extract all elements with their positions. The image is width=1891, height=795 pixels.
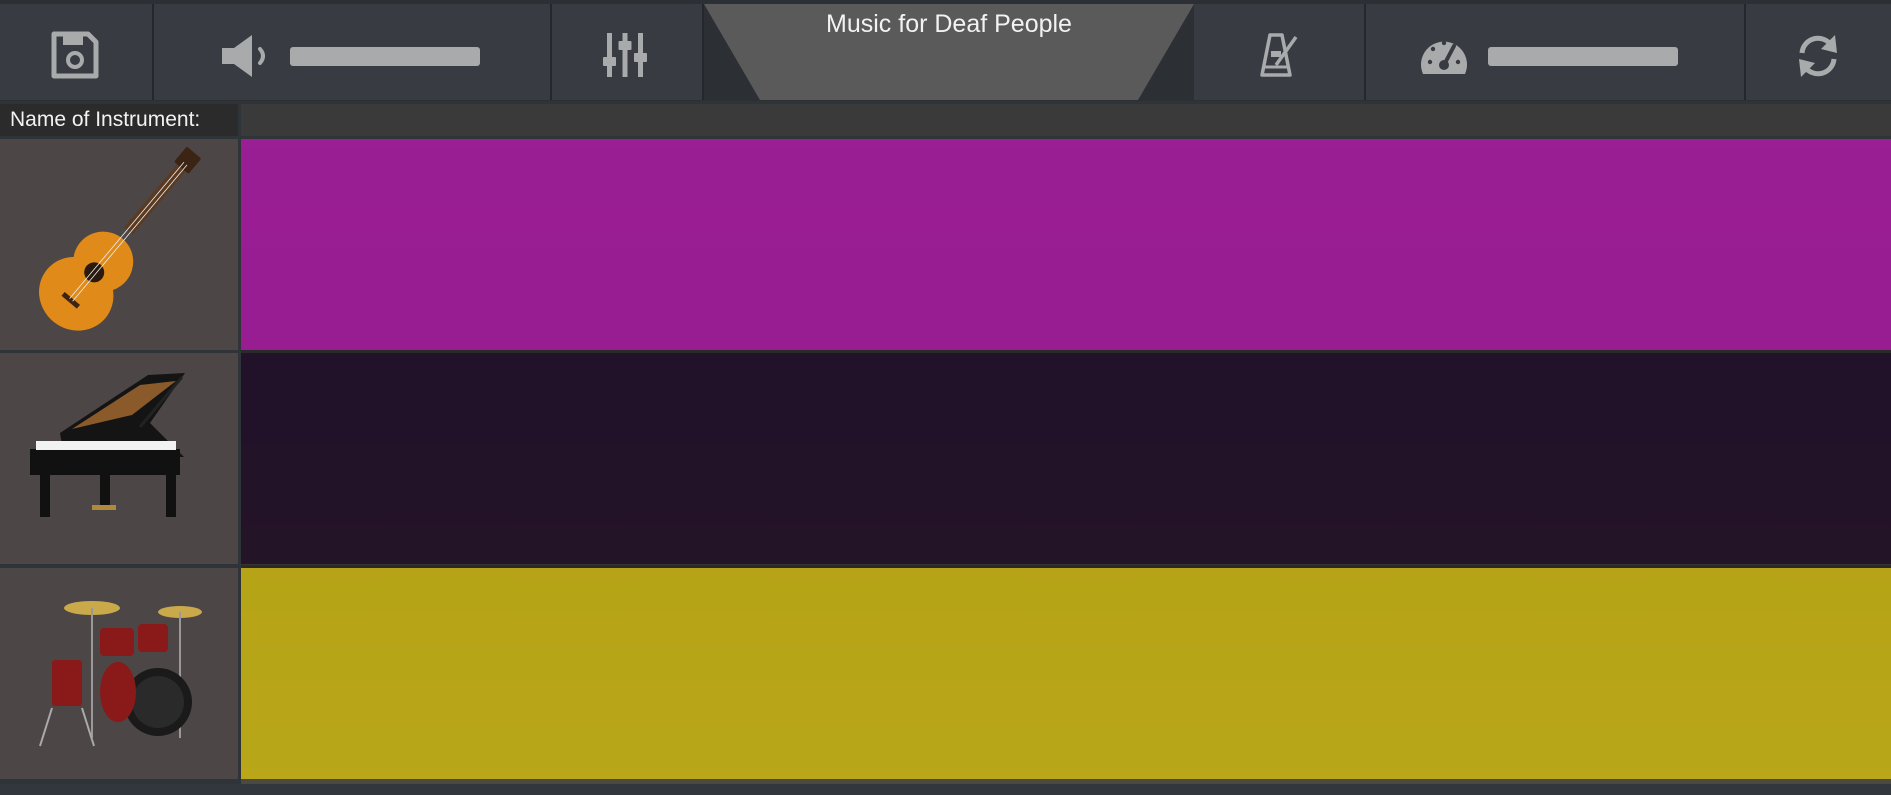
mixer-button[interactable] (552, 4, 704, 100)
speedometer-icon (1421, 40, 1467, 74)
lane-divider (241, 350, 1891, 353)
app-title: Music for Deaf People (826, 10, 1072, 38)
instrument-piano[interactable] (0, 353, 238, 564)
toolbar: Music for Deaf People (0, 0, 1891, 101)
piano-icon (30, 373, 185, 517)
speaker-icon (222, 35, 265, 77)
lane-color (241, 568, 1891, 779)
floppy-disk-icon (51, 31, 99, 79)
metronome-button[interactable] (1194, 4, 1366, 100)
save-button[interactable] (0, 4, 154, 100)
reset-button[interactable] (1746, 4, 1891, 100)
volume-control[interactable] (154, 4, 552, 100)
guitar-icon (39, 147, 201, 331)
lane-divider (241, 565, 1891, 568)
timeline-header (241, 104, 1891, 136)
tempo-slider[interactable] (1488, 47, 1678, 66)
refresh-icon (1799, 35, 1837, 77)
track-lane-piano[interactable] (241, 353, 1891, 564)
equalizer-sliders-icon (603, 33, 647, 77)
metronome-icon (1260, 33, 1298, 77)
track-lane-guitar[interactable] (241, 139, 1891, 350)
instrument-guitar[interactable] (0, 139, 238, 350)
volume-slider[interactable] (290, 47, 480, 66)
instrument-name-header: Name of Instrument: (0, 104, 238, 136)
track-area (241, 139, 1891, 784)
lane-color (241, 353, 1891, 564)
footer-strip (0, 784, 1891, 795)
track-lane-drums[interactable] (241, 568, 1891, 779)
lane-color (241, 139, 1891, 350)
instrument-drums[interactable] (0, 568, 238, 779)
drum-kit-icon (39, 601, 202, 747)
tempo-control[interactable] (1366, 4, 1746, 100)
